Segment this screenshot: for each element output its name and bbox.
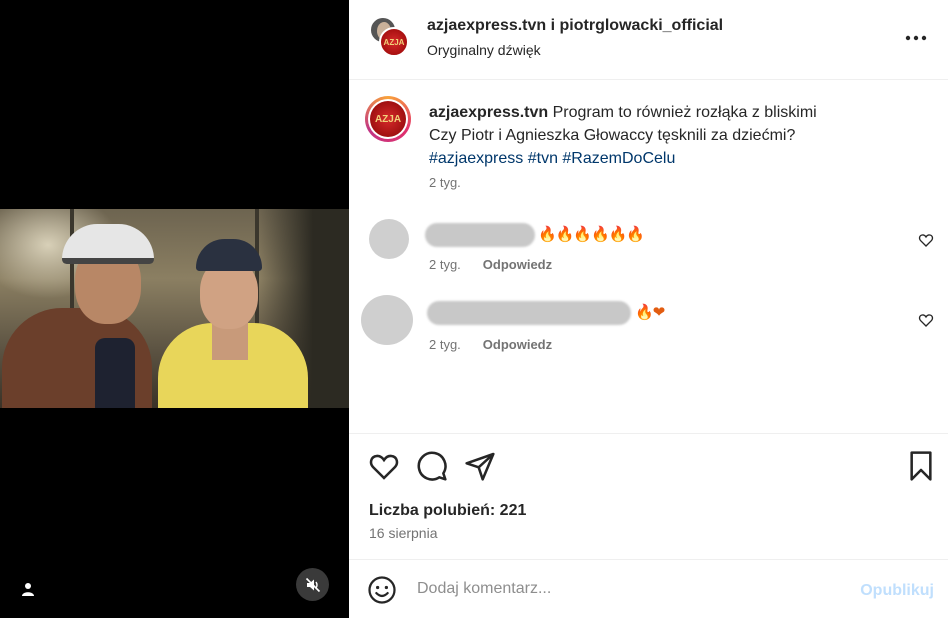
caption-avatar[interactable]: AZJA [365,96,411,142]
caption-username[interactable]: azjaexpress.tvn [429,104,548,121]
avatar[interactable] [369,219,409,259]
audio-link[interactable]: Oryginalny dźwięk [427,42,541,58]
caption-hashtags[interactable]: #azjaexpress #tvn #RazemDoCelu [429,150,675,167]
video-frame[interactable] [0,209,349,408]
avatar[interactable]: AZJA [379,27,409,57]
emoji-smiley-icon[interactable] [367,575,397,605]
man-cap [62,224,154,264]
avatar[interactable] [361,295,413,345]
caption-line: Program to również rozłąka z bliskimi [548,104,817,121]
comment-bubble-icon[interactable] [416,450,448,482]
comment-item: 🔥🔥🔥🔥🔥🔥 2 tyg. Odpowiedz [349,215,948,275]
woman-cap [196,239,262,271]
more-options-button[interactable] [904,26,928,50]
blurred-username [427,301,631,325]
share-send-icon[interactable] [464,450,496,482]
caption-timestamp[interactable]: 2 tyg. [429,175,461,190]
reply-button[interactable]: Odpowiedz [483,337,552,352]
post-authors: azjaexpress.tvn i piotrglowacki_official [427,17,723,35]
post-actions [349,433,948,499]
post-header: AZJA azjaexpress.tvn i piotrglowacki_off… [349,0,948,80]
video-pane[interactable] [0,0,349,618]
more-horizontal-icon [905,35,927,41]
post-date[interactable]: 16 sierpnia [369,525,438,541]
comment-meta: 2 tyg. Odpowiedz [429,257,552,272]
caption-line: Czy Piotr i Agnieszka Głowaccy tęsknili … [429,127,796,144]
speaker-muted-icon [305,577,320,592]
like-heart-icon[interactable] [368,450,400,482]
author-link[interactable]: piotrglowacki_official [560,17,724,34]
reply-button[interactable]: Odpowiedz [483,257,552,272]
mute-toggle-button[interactable] [296,568,329,601]
comment-text: 🔥❤ [635,303,665,321]
comment-timestamp[interactable]: 2 tyg. [429,337,461,352]
author-link[interactable]: azjaexpress.tvn [427,17,546,34]
likes-count[interactable]: Liczba polubień: 221 [369,502,526,520]
comment-meta: 2 tyg. Odpowiedz [429,337,552,352]
post-details-panel: AZJA azjaexpress.tvn i piotrglowacki_off… [349,0,948,618]
collab-avatars[interactable]: AZJA [369,16,411,58]
comment-input[interactable] [417,580,837,598]
heart-outline-icon[interactable] [918,232,934,248]
blurred-username [425,223,535,247]
author-connector: i [546,17,560,34]
avatar: AZJA [370,101,406,137]
heart-outline-icon[interactable] [918,312,934,328]
bookmark-save-icon[interactable] [905,450,937,482]
comment-timestamp[interactable]: 2 tyg. [429,257,461,272]
comment-item: 🔥❤ 2 tyg. Odpowiedz [349,295,948,355]
add-comment-bar: Opublikuj [349,559,948,618]
tagged-user-icon[interactable] [16,577,40,601]
comment-text: 🔥🔥🔥🔥🔥🔥 [538,225,645,243]
publish-button[interactable]: Opublikuj [860,582,934,600]
caption-text: azjaexpress.tvn Program to również rozłą… [429,101,929,170]
man-shirt [95,338,135,408]
